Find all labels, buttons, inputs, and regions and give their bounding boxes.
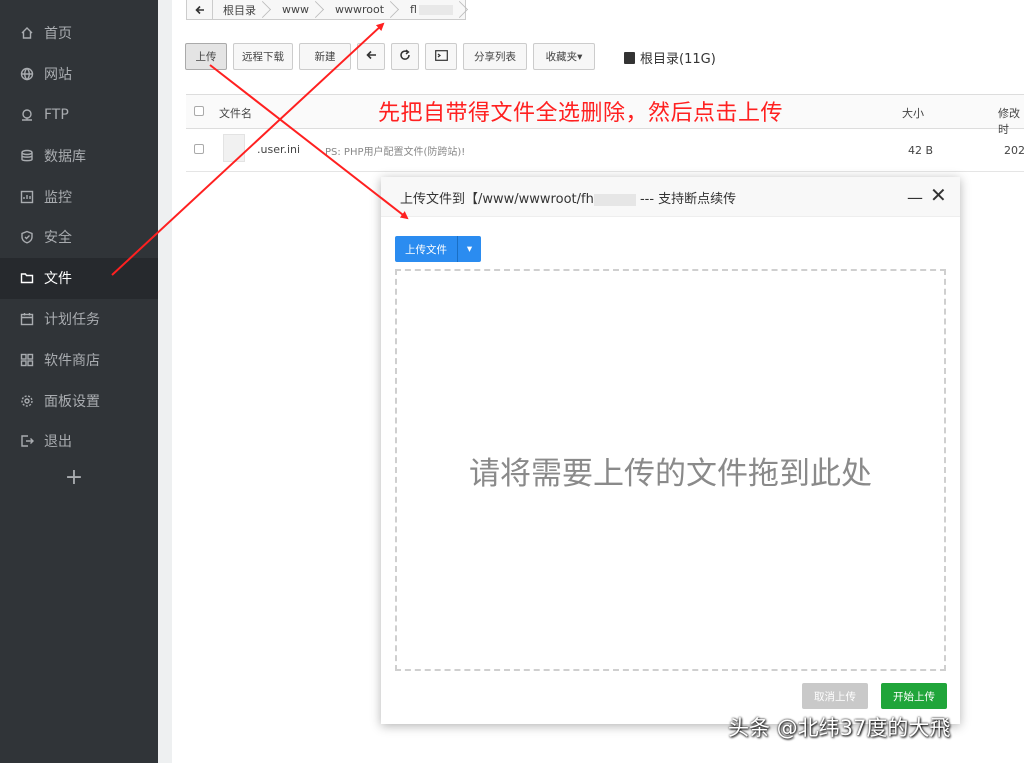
breadcrumb-item-root[interactable]: 根目录 <box>213 0 266 20</box>
breadcrumb-label: 根目录 <box>223 3 256 17</box>
sidebar-item-label: 安全 <box>44 230 72 247</box>
add-menu-button[interactable]: + <box>64 467 84 489</box>
new-button[interactable]: 新建 <box>299 43 351 70</box>
monitor-icon <box>20 190 34 204</box>
file-name[interactable]: .user.ini <box>257 143 300 156</box>
sidebar-item-label: 软件商店 <box>44 352 100 369</box>
drop-zone-text: 请将需要上传的文件拖到此处 <box>469 455 872 492</box>
file-icon <box>223 134 245 162</box>
remote-download-button[interactable]: 远程下载 <box>233 43 293 70</box>
watermark: 头条 @北纬37度的大飛 <box>728 716 951 740</box>
table-row[interactable]: .user.ini PS: PHP用户配置文件(防跨站)! 42 B 202 <box>186 130 1024 172</box>
refresh-button[interactable] <box>391 43 419 70</box>
cancel-upload-button[interactable]: 取消上传 <box>802 683 868 709</box>
file-size: 42 B <box>908 144 934 157</box>
sidebar-item-label: 网站 <box>44 67 72 84</box>
calendar-icon <box>20 312 34 326</box>
upload-button[interactable]: 上传 <box>185 43 227 70</box>
sidebar-item-ftp[interactable]: FTP <box>0 95 158 136</box>
home-icon <box>20 26 34 40</box>
grid-icon <box>20 353 34 367</box>
sidebar-item-security[interactable]: 安全 <box>0 217 158 258</box>
terminal-button[interactable] <box>425 43 457 70</box>
refresh-icon <box>399 49 411 64</box>
sidebar: 首页 网站 FTP 数据库 监控 安全 文件 计划任务 软件商店 面板设置 退出… <box>0 0 158 763</box>
dialog-title-suffix: --- 支持断点续传 <box>635 192 737 207</box>
sidebar-item-settings[interactable]: 面板设置 <box>0 380 158 421</box>
sidebar-item-website[interactable]: 网站 <box>0 54 158 95</box>
sidebar-item-store[interactable]: 软件商店 <box>0 339 158 380</box>
upload-file-split-button: 上传文件 ▾ <box>395 236 481 262</box>
sidebar-item-label: 数据库 <box>44 148 86 165</box>
breadcrumb-label: wwwroot <box>335 3 385 16</box>
logout-icon <box>20 434 34 448</box>
sidebar-item-label: 面板设置 <box>44 393 100 410</box>
upload-file-button[interactable]: 上传文件 <box>395 236 458 262</box>
close-icon[interactable]: ✕ <box>930 185 947 205</box>
hard-drive-icon <box>624 51 635 64</box>
disk-label: 根目录(11G) <box>640 52 716 67</box>
back-button[interactable] <box>357 43 385 70</box>
sidebar-item-database[interactable]: 数据库 <box>0 135 158 176</box>
dialog-header: 上传文件到【/www/wwwroot/fh --- 支持断点续传 — ✕ <box>381 177 960 217</box>
terminal-icon <box>434 49 448 64</box>
select-all-checkbox[interactable] <box>194 106 204 116</box>
favorites-dropdown[interactable]: 收藏夹▾ <box>533 43 595 70</box>
column-header-size[interactable]: 大小 <box>902 105 924 121</box>
dialog-title: 上传文件到【/www/wwwroot/fh --- 支持断点续传 <box>400 188 736 207</box>
sidebar-item-cron[interactable]: 计划任务 <box>0 299 158 340</box>
sidebar-item-label: 计划任务 <box>44 311 100 328</box>
redacted-block <box>593 193 636 206</box>
redacted-block <box>418 4 453 15</box>
sidebar-item-label: 首页 <box>44 26 72 43</box>
annotation-text: 先把自带得文件全选删除，然后点击上传 <box>378 101 784 126</box>
shield-icon <box>20 230 34 244</box>
breadcrumb-item-site[interactable]: fl <box>394 0 463 20</box>
upload-dialog: 上传文件到【/www/wwwroot/fh --- 支持断点续传 — ✕ 上传文… <box>381 177 960 724</box>
gear-icon <box>20 394 34 408</box>
drop-zone[interactable]: 请将需要上传的文件拖到此处 <box>395 269 946 671</box>
sidebar-item-label: 退出 <box>44 434 72 451</box>
globe-icon <box>20 67 34 81</box>
breadcrumb-label: www <box>282 3 309 16</box>
folder-icon <box>20 271 34 285</box>
column-header-name[interactable]: 文件名 <box>219 105 252 121</box>
sidebar-item-label: 文件 <box>44 271 72 288</box>
chevron-down-icon[interactable]: ▾ <box>458 236 481 262</box>
sidebar-item-files[interactable]: 文件 <box>0 257 158 299</box>
ftp-icon <box>20 108 34 122</box>
sidebar-item-monitor[interactable]: 监控 <box>0 176 158 217</box>
sidebar-item-label: FTP <box>44 106 69 123</box>
minimize-icon[interactable]: — <box>907 188 923 207</box>
database-icon <box>20 149 34 163</box>
back-arrow-icon <box>365 50 377 63</box>
row-checkbox[interactable] <box>194 144 204 154</box>
share-list-button[interactable]: 分享列表 <box>463 43 527 70</box>
file-note: PS: PHP用户配置文件(防跨站)! <box>325 147 466 158</box>
breadcrumb-label: fl <box>410 3 417 16</box>
sidebar-item-home[interactable]: 首页 <box>0 13 158 54</box>
breadcrumb: 根目录 www wwwroot fl <box>186 0 466 20</box>
start-upload-button[interactable]: 开始上传 <box>881 683 947 709</box>
breadcrumb-item-www[interactable]: www <box>266 0 319 20</box>
sidebar-item-label: 监控 <box>44 189 72 206</box>
file-modified: 202 <box>1004 144 1024 157</box>
disk-root[interactable]: 根目录(11G) <box>624 48 716 67</box>
back-arrow-icon[interactable] <box>187 0 213 20</box>
dialog-title-prefix: 上传文件到【/www/wwwroot/fh <box>400 192 594 207</box>
sidebar-menu: 首页 网站 FTP 数据库 监控 安全 文件 计划任务 软件商店 面板设置 退出 <box>0 13 158 462</box>
sidebar-item-logout[interactable]: 退出 <box>0 421 158 462</box>
breadcrumb-item-wwwroot[interactable]: wwwroot <box>319 0 394 20</box>
